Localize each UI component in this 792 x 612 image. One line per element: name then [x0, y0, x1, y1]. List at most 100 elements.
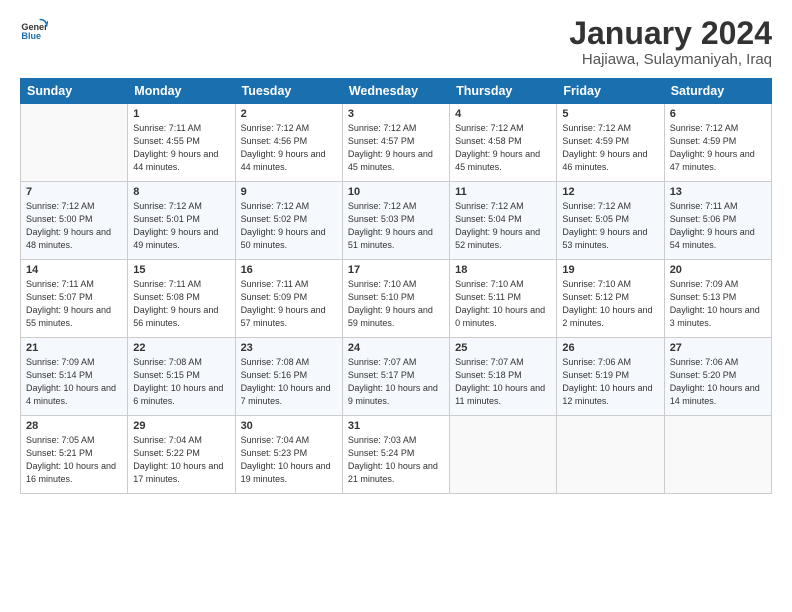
day-number: 3	[348, 108, 444, 120]
table-row: 7 Sunrise: 7:12 AMSunset: 5:00 PMDayligh…	[21, 182, 128, 260]
table-row: 5 Sunrise: 7:12 AMSunset: 4:59 PMDayligh…	[557, 104, 664, 182]
header-friday: Friday	[557, 79, 664, 104]
header: General Blue January 2024 Hajiawa, Sulay…	[20, 16, 772, 68]
table-row: 19 Sunrise: 7:10 AMSunset: 5:12 PMDaylig…	[557, 260, 664, 338]
day-number: 12	[562, 186, 658, 198]
table-row: 4 Sunrise: 7:12 AMSunset: 4:58 PMDayligh…	[450, 104, 557, 182]
table-row	[21, 104, 128, 182]
header-sunday: Sunday	[21, 79, 128, 104]
table-row: 30 Sunrise: 7:04 AMSunset: 5:23 PMDaylig…	[235, 416, 342, 494]
day-number: 26	[562, 342, 658, 354]
table-row: 24 Sunrise: 7:07 AMSunset: 5:17 PMDaylig…	[342, 338, 449, 416]
day-number: 31	[348, 420, 444, 432]
table-row: 1 Sunrise: 7:11 AMSunset: 4:55 PMDayligh…	[128, 104, 235, 182]
svg-text:Blue: Blue	[21, 31, 41, 41]
cell-content: Sunrise: 7:05 AMSunset: 5:21 PMDaylight:…	[26, 434, 122, 486]
table-row: 20 Sunrise: 7:09 AMSunset: 5:13 PMDaylig…	[664, 260, 771, 338]
day-number: 18	[455, 264, 551, 276]
cell-content: Sunrise: 7:12 AMSunset: 5:02 PMDaylight:…	[241, 200, 337, 252]
table-row: 3 Sunrise: 7:12 AMSunset: 4:57 PMDayligh…	[342, 104, 449, 182]
calendar-week-row: 14 Sunrise: 7:11 AMSunset: 5:07 PMDaylig…	[21, 260, 772, 338]
table-row: 10 Sunrise: 7:12 AMSunset: 5:03 PMDaylig…	[342, 182, 449, 260]
header-thursday: Thursday	[450, 79, 557, 104]
cell-content: Sunrise: 7:08 AMSunset: 5:16 PMDaylight:…	[241, 356, 337, 408]
header-tuesday: Tuesday	[235, 79, 342, 104]
cell-content: Sunrise: 7:08 AMSunset: 5:15 PMDaylight:…	[133, 356, 229, 408]
day-number: 5	[562, 108, 658, 120]
day-number: 10	[348, 186, 444, 198]
table-row: 16 Sunrise: 7:11 AMSunset: 5:09 PMDaylig…	[235, 260, 342, 338]
title-block: January 2024 Hajiawa, Sulaymaniyah, Iraq	[569, 16, 772, 68]
day-number: 27	[670, 342, 766, 354]
cell-content: Sunrise: 7:11 AMSunset: 4:55 PMDaylight:…	[133, 122, 229, 174]
day-number: 11	[455, 186, 551, 198]
cell-content: Sunrise: 7:11 AMSunset: 5:09 PMDaylight:…	[241, 278, 337, 330]
table-row	[557, 416, 664, 494]
calendar-table: Sunday Monday Tuesday Wednesday Thursday…	[20, 78, 772, 494]
cell-content: Sunrise: 7:11 AMSunset: 5:07 PMDaylight:…	[26, 278, 122, 330]
day-number: 1	[133, 108, 229, 120]
table-row: 15 Sunrise: 7:11 AMSunset: 5:08 PMDaylig…	[128, 260, 235, 338]
table-row: 28 Sunrise: 7:05 AMSunset: 5:21 PMDaylig…	[21, 416, 128, 494]
day-number: 2	[241, 108, 337, 120]
cell-content: Sunrise: 7:12 AMSunset: 5:05 PMDaylight:…	[562, 200, 658, 252]
cell-content: Sunrise: 7:10 AMSunset: 5:12 PMDaylight:…	[562, 278, 658, 330]
cell-content: Sunrise: 7:09 AMSunset: 5:14 PMDaylight:…	[26, 356, 122, 408]
day-number: 9	[241, 186, 337, 198]
cell-content: Sunrise: 7:11 AMSunset: 5:08 PMDaylight:…	[133, 278, 229, 330]
day-number: 24	[348, 342, 444, 354]
cell-content: Sunrise: 7:12 AMSunset: 5:01 PMDaylight:…	[133, 200, 229, 252]
table-row: 26 Sunrise: 7:06 AMSunset: 5:19 PMDaylig…	[557, 338, 664, 416]
cell-content: Sunrise: 7:07 AMSunset: 5:18 PMDaylight:…	[455, 356, 551, 408]
table-row: 27 Sunrise: 7:06 AMSunset: 5:20 PMDaylig…	[664, 338, 771, 416]
table-row: 8 Sunrise: 7:12 AMSunset: 5:01 PMDayligh…	[128, 182, 235, 260]
day-number: 21	[26, 342, 122, 354]
table-row: 22 Sunrise: 7:08 AMSunset: 5:15 PMDaylig…	[128, 338, 235, 416]
table-row: 13 Sunrise: 7:11 AMSunset: 5:06 PMDaylig…	[664, 182, 771, 260]
day-number: 4	[455, 108, 551, 120]
day-number: 13	[670, 186, 766, 198]
day-number: 20	[670, 264, 766, 276]
header-saturday: Saturday	[664, 79, 771, 104]
cell-content: Sunrise: 7:12 AMSunset: 4:59 PMDaylight:…	[562, 122, 658, 174]
cell-content: Sunrise: 7:12 AMSunset: 4:57 PMDaylight:…	[348, 122, 444, 174]
cell-content: Sunrise: 7:04 AMSunset: 5:23 PMDaylight:…	[241, 434, 337, 486]
cell-content: Sunrise: 7:03 AMSunset: 5:24 PMDaylight:…	[348, 434, 444, 486]
calendar-week-row: 28 Sunrise: 7:05 AMSunset: 5:21 PMDaylig…	[21, 416, 772, 494]
cell-content: Sunrise: 7:10 AMSunset: 5:10 PMDaylight:…	[348, 278, 444, 330]
table-row: 29 Sunrise: 7:04 AMSunset: 5:22 PMDaylig…	[128, 416, 235, 494]
cell-content: Sunrise: 7:12 AMSunset: 4:59 PMDaylight:…	[670, 122, 766, 174]
table-row: 2 Sunrise: 7:12 AMSunset: 4:56 PMDayligh…	[235, 104, 342, 182]
day-number: 6	[670, 108, 766, 120]
day-number: 15	[133, 264, 229, 276]
logo: General Blue	[20, 16, 48, 44]
day-number: 23	[241, 342, 337, 354]
day-number: 22	[133, 342, 229, 354]
calendar-week-row: 21 Sunrise: 7:09 AMSunset: 5:14 PMDaylig…	[21, 338, 772, 416]
cell-content: Sunrise: 7:12 AMSunset: 5:04 PMDaylight:…	[455, 200, 551, 252]
table-row: 11 Sunrise: 7:12 AMSunset: 5:04 PMDaylig…	[450, 182, 557, 260]
table-row: 18 Sunrise: 7:10 AMSunset: 5:11 PMDaylig…	[450, 260, 557, 338]
day-number: 7	[26, 186, 122, 198]
cell-content: Sunrise: 7:06 AMSunset: 5:20 PMDaylight:…	[670, 356, 766, 408]
day-number: 14	[26, 264, 122, 276]
day-number: 19	[562, 264, 658, 276]
table-row: 31 Sunrise: 7:03 AMSunset: 5:24 PMDaylig…	[342, 416, 449, 494]
cell-content: Sunrise: 7:07 AMSunset: 5:17 PMDaylight:…	[348, 356, 444, 408]
day-number: 16	[241, 264, 337, 276]
calendar-week-row: 1 Sunrise: 7:11 AMSunset: 4:55 PMDayligh…	[21, 104, 772, 182]
table-row	[664, 416, 771, 494]
day-number: 29	[133, 420, 229, 432]
page-subtitle: Hajiawa, Sulaymaniyah, Iraq	[569, 51, 772, 68]
day-number: 8	[133, 186, 229, 198]
table-row: 21 Sunrise: 7:09 AMSunset: 5:14 PMDaylig…	[21, 338, 128, 416]
table-row	[450, 416, 557, 494]
table-row: 25 Sunrise: 7:07 AMSunset: 5:18 PMDaylig…	[450, 338, 557, 416]
day-number: 17	[348, 264, 444, 276]
cell-content: Sunrise: 7:10 AMSunset: 5:11 PMDaylight:…	[455, 278, 551, 330]
day-number: 25	[455, 342, 551, 354]
table-row: 12 Sunrise: 7:12 AMSunset: 5:05 PMDaylig…	[557, 182, 664, 260]
table-row: 9 Sunrise: 7:12 AMSunset: 5:02 PMDayligh…	[235, 182, 342, 260]
table-row: 14 Sunrise: 7:11 AMSunset: 5:07 PMDaylig…	[21, 260, 128, 338]
header-wednesday: Wednesday	[342, 79, 449, 104]
